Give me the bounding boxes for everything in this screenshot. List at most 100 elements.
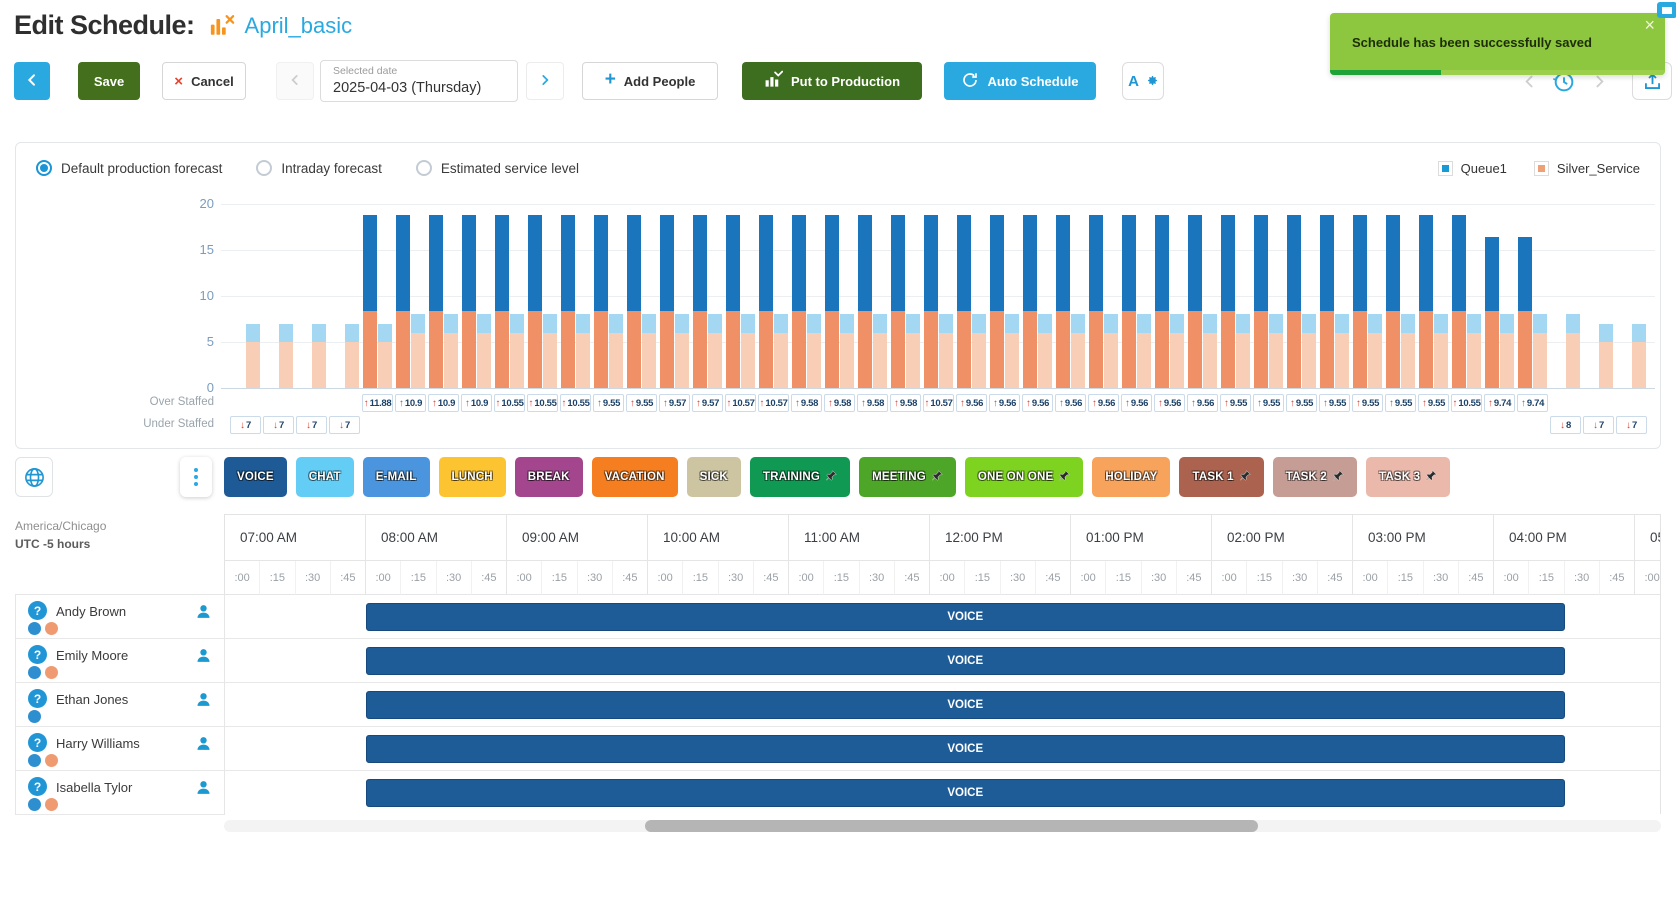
quarter-label: :15	[1106, 561, 1141, 595]
person-icon[interactable]	[195, 691, 212, 713]
person-icon[interactable]	[195, 603, 212, 625]
cancel-x-icon: ×	[174, 73, 183, 90]
timezone-globe-button[interactable]	[15, 457, 53, 497]
previous-date-button[interactable]	[276, 62, 314, 100]
activity-button-task-1[interactable]: TASK 1	[1179, 457, 1263, 497]
auto-schedule-button[interactable]: Auto Schedule	[944, 62, 1096, 100]
scheduled-bar	[924, 215, 938, 388]
over-staffed-value-box: ↑9.74	[1484, 394, 1515, 412]
activity-button-chat[interactable]: CHAT	[296, 457, 354, 497]
bar-segment	[312, 324, 326, 342]
over-staffed-value-box: ↑10.9	[428, 394, 459, 412]
hour-label-1200PM: 12:00 PM	[930, 515, 1071, 561]
bar-segment	[1518, 237, 1532, 311]
activity-button-meeting[interactable]: MEETING	[859, 457, 956, 497]
bar-segment	[1566, 314, 1580, 332]
activity-button-task-2[interactable]: TASK 2	[1273, 457, 1357, 497]
over-staffed-arrow-icon: ↑	[630, 398, 635, 409]
auto-schedule-settings-button[interactable]: A	[1122, 62, 1164, 100]
forecast-bar	[609, 314, 623, 388]
shift-bar-voice[interactable]: VOICE	[366, 691, 1565, 719]
legend-item-1[interactable]: Silver_Service	[1535, 161, 1640, 176]
activity-button-holiday[interactable]: HOLIDAY	[1092, 457, 1170, 497]
next-date-button[interactable]	[526, 62, 564, 100]
bar-segment	[1104, 314, 1118, 332]
schedule-row-harry-williams: VOICE	[225, 727, 1660, 771]
over-staffed-label: Over Staffed	[56, 396, 214, 408]
employee-skill-badge[interactable]: ?	[28, 689, 47, 708]
activity-button-task-3[interactable]: TASK 3	[1366, 457, 1450, 497]
employee-skill-badge[interactable]: ?	[28, 733, 47, 752]
bar-segment	[990, 311, 1004, 388]
activity-button-one-on-one[interactable]: ONE ON ONE	[965, 457, 1083, 497]
scheduled-bar	[528, 215, 542, 388]
over-staffed-arrow-icon: ↑	[1356, 398, 1361, 409]
employee-skill-badge[interactable]: ?	[28, 645, 47, 664]
y-axis-tick: 20	[174, 196, 214, 211]
back-button[interactable]	[14, 62, 50, 100]
activity-button-vacation[interactable]: VACATION	[592, 457, 678, 497]
bar-segment	[1269, 314, 1283, 332]
more-options-button[interactable]	[180, 457, 212, 497]
bar-segment	[1071, 333, 1085, 388]
shift-bar-voice[interactable]: VOICE	[366, 779, 1565, 807]
activity-button-lunch[interactable]: LUNCH	[439, 457, 506, 497]
over-staffed-value-box: ↑9.57	[692, 394, 723, 412]
activity-button-voice[interactable]: VOICE	[224, 457, 287, 497]
chart-bars	[229, 204, 1654, 388]
hour-label-0700AM: 07:00 AM	[225, 515, 366, 561]
shift-bar-voice[interactable]: VOICE	[366, 735, 1565, 763]
add-people-button[interactable]: + Add People	[582, 62, 718, 100]
activity-label: VACATION	[605, 471, 665, 483]
horizontal-scrollbar[interactable]	[224, 820, 1661, 832]
put-to-production-button[interactable]: Put to Production	[742, 62, 922, 100]
bar-segment	[1386, 311, 1400, 388]
over-staffed-value: 9.56	[1065, 398, 1082, 409]
cancel-button[interactable]: × Cancel	[162, 62, 246, 100]
activity-button-break[interactable]: BREAK	[515, 457, 583, 497]
shift-bar-voice[interactable]: VOICE	[366, 647, 1565, 675]
over-staffed-arrow-icon: ↑	[1257, 398, 1262, 409]
over-staffed-value: 10.57	[930, 398, 952, 409]
scheduled-bar	[1254, 215, 1268, 388]
scheduled-bar	[957, 215, 971, 388]
schedule-name-link[interactable]: April_basic	[245, 13, 353, 39]
employee-name: Isabella Tylor	[56, 780, 132, 795]
bar-segment	[1401, 333, 1415, 388]
activity-button-sick[interactable]: SICK	[687, 457, 741, 497]
shift-bar-voice[interactable]: VOICE	[366, 603, 1565, 631]
person-icon[interactable]	[195, 735, 212, 757]
bar-segment	[1401, 314, 1415, 332]
refresh-icon	[961, 71, 979, 92]
bar-segment	[477, 314, 491, 332]
scrollbar-thumb[interactable]	[645, 820, 1258, 832]
forecast-option-0[interactable]: Default production forecast	[36, 160, 222, 176]
under-staffed-value-box: ↓7	[329, 416, 360, 434]
bar-segment	[1485, 237, 1499, 311]
legend-item-0[interactable]: Queue1	[1439, 161, 1507, 176]
person-icon[interactable]	[195, 779, 212, 801]
over-staffed-value: 9.56	[999, 398, 1016, 409]
employee-skill-badge[interactable]: ?	[28, 601, 47, 620]
over-staffed-arrow-icon: ↑	[1224, 398, 1229, 409]
bar-segment	[873, 314, 887, 332]
activity-button-training[interactable]: TRAINING	[750, 457, 850, 497]
forecast-option-1[interactable]: Intraday forecast	[256, 160, 382, 176]
activity-label: CHAT	[309, 471, 341, 483]
over-staffed-value: 9.56	[1197, 398, 1214, 409]
over-staffed-value: 10.55	[501, 398, 523, 409]
selected-date-field[interactable]: Selected date 2025-04-03 (Thursday)	[320, 60, 518, 102]
activity-button-e-mail[interactable]: E-MAIL	[363, 457, 430, 497]
forecast-option-2[interactable]: Estimated service level	[416, 160, 579, 176]
bar-segment	[1353, 215, 1367, 311]
bar-segment	[1071, 314, 1085, 332]
employee-skill-badge[interactable]: ?	[28, 777, 47, 796]
over-staffed-value-box: ↑9.56	[989, 394, 1020, 412]
person-icon[interactable]	[195, 647, 212, 669]
screen-capture-icon[interactable]	[1654, 0, 1676, 27]
save-button[interactable]: Save	[78, 62, 140, 100]
scheduled-bar	[1419, 215, 1433, 388]
radio-icon	[256, 160, 272, 176]
over-staffed-arrow-icon: ↑	[1290, 398, 1295, 409]
over-staffed-arrow-icon: ↑	[759, 398, 764, 409]
